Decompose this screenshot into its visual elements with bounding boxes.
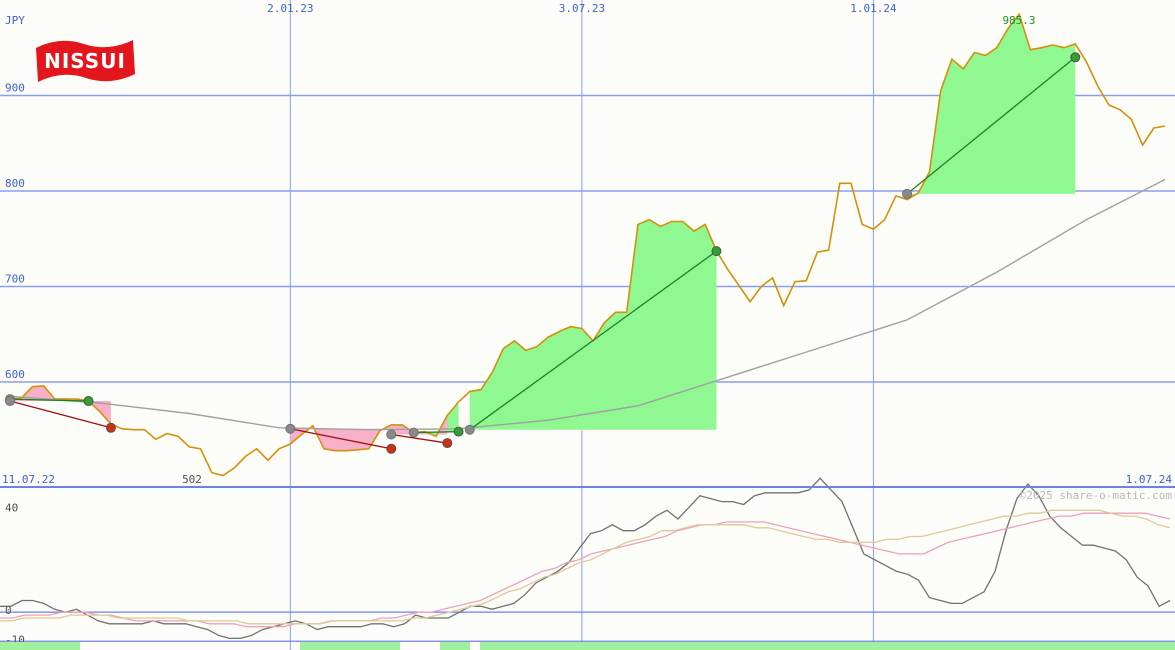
gain-trade-1-start-marker: [408, 427, 419, 438]
gain-trade-2-end-marker: [711, 246, 722, 257]
y-tick-label-900: 900: [5, 81, 25, 94]
currency-label: JPY: [5, 14, 25, 27]
y-tick-label-800: 800: [5, 177, 25, 190]
max-label: 985.3: [1002, 14, 1035, 27]
gain-trade-3-end-marker: [1070, 52, 1081, 63]
loss-trade-1-start-marker: [285, 423, 296, 434]
gain-trade-3-start-marker: [902, 188, 913, 199]
gain-trade-0-end-marker: [83, 396, 94, 407]
x-tick-label-2.01.23: 2.01.23: [267, 2, 313, 15]
loss-trade-2-start-marker: [386, 429, 397, 440]
y-tick-label-700: 700: [5, 272, 25, 285]
copyright-text: ©2025 share-o-matic.com: [1020, 489, 1173, 502]
loss-trade-1-end-marker: [386, 443, 397, 454]
nissui-logo: NISSUI: [36, 40, 135, 82]
gain-trade-2-start-marker: [464, 424, 475, 435]
min-label: 502: [182, 473, 202, 486]
share-price-chart: 6007008009002.01.23 3.07.23 1.01.24 400-10…: [0, 0, 1175, 650]
logo-text: NISSUI: [44, 49, 126, 73]
loss-trade-0-end-marker: [105, 422, 116, 433]
loss-trade-0-start-marker: [5, 396, 15, 407]
y-tick-label-600: 600: [5, 368, 25, 381]
x-tick-label-1.01.24: 1.01.24: [850, 2, 897, 15]
volume-bar-2: [440, 642, 470, 650]
x-tick-label-3.07.23: 3.07.23: [559, 2, 605, 15]
volume-bar-3: [480, 642, 1175, 650]
x-end-label: 1.07.24: [1126, 473, 1173, 486]
volume-bar-0: [0, 642, 80, 650]
gain-trade-1-end-marker: [453, 426, 464, 437]
indicator-y-label-40: 40: [5, 502, 18, 515]
loss-trade-2-end-marker: [442, 438, 453, 449]
volume-bar-1: [300, 642, 400, 650]
x-start-label: 11.07.22: [2, 473, 55, 486]
